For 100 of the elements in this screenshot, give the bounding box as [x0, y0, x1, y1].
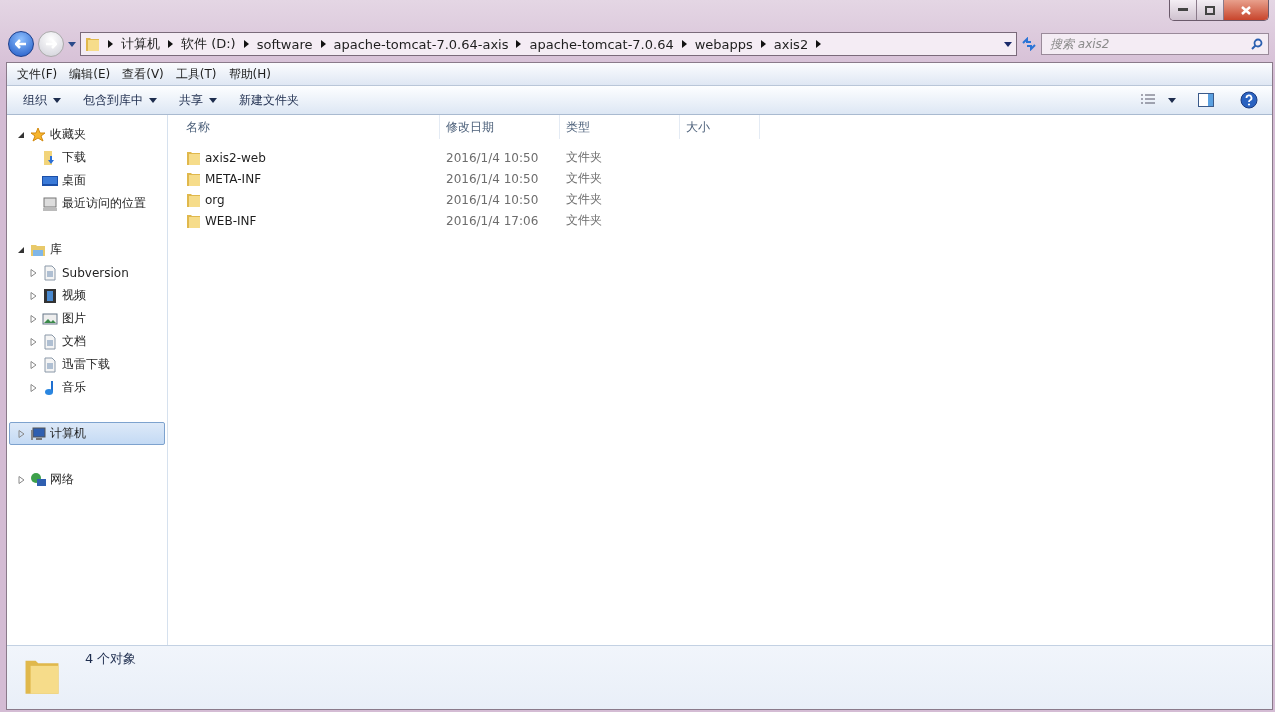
nav-item[interactable]: 下载 — [9, 146, 165, 169]
network-icon — [30, 471, 46, 488]
folder-icon — [186, 170, 201, 187]
toolbar-button[interactable]: 包含到库中 — [75, 88, 165, 112]
menu-item[interactable]: 文件(F) — [13, 63, 62, 85]
chevron-icon[interactable] — [108, 40, 113, 48]
modified-date: 2016/1/4 10:50 — [445, 192, 540, 207]
file-name[interactable]: org — [180, 191, 440, 208]
chevron-icon[interactable] — [681, 40, 687, 48]
nav-item[interactable]: Subversion — [9, 261, 165, 284]
nav-item[interactable]: 网络 — [9, 468, 165, 491]
breadcrumb-segment[interactable]: apache-tomcat-7.0.64-axis — [333, 36, 509, 52]
breadcrumb-segment[interactable]: apache-tomcat-7.0.64 — [529, 36, 674, 52]
nav-item[interactable]: 计算机 — [9, 422, 165, 445]
toolbar-button[interactable]: 新建文件夹 — [231, 88, 307, 112]
collapsed-arrow-icon[interactable] — [30, 383, 37, 392]
toolbar-button[interactable]: 共享 — [171, 88, 225, 112]
nav-item[interactable]: 图片 — [9, 307, 165, 330]
collapsed-arrow-icon[interactable] — [18, 429, 25, 438]
document-icon — [42, 333, 58, 350]
menu-item[interactable]: 查看(V) — [118, 63, 168, 85]
status-text: 4 个对象 — [84, 650, 137, 668]
file-type: 文件夹 — [565, 212, 603, 229]
computer-icon — [42, 195, 58, 212]
column-header[interactable]: 名称 — [180, 115, 440, 139]
address-bar[interactable]: 计算机 软件 (D:) software apache-tomcat-7.0.64-axis apache-tomcat-7.0.64 webapps axis2 — [80, 32, 1017, 56]
help-icon[interactable] — [1240, 91, 1258, 109]
column-header[interactable]: 修改日期 — [440, 115, 560, 139]
nav-item[interactable]: 最近访问的位置 — [9, 192, 165, 215]
nav-label: 视频 — [62, 287, 86, 304]
search-field[interactable]: 搜索 axis2 — [1041, 33, 1269, 55]
chevron-icon[interactable] — [516, 40, 522, 48]
breadcrumb-segment[interactable]: 软件 (D:) — [181, 35, 236, 53]
preview-pane-icon[interactable] — [1198, 93, 1214, 107]
column-header[interactable]: 类型 — [560, 115, 680, 139]
breadcrumb-segment[interactable]: webapps — [694, 36, 753, 52]
chevron-icon[interactable] — [168, 40, 173, 48]
document-icon — [42, 356, 58, 373]
caret-icon[interactable] — [1004, 41, 1012, 47]
folder-icon — [186, 191, 201, 208]
caret-icon[interactable] — [1168, 97, 1176, 103]
chevron-icon[interactable] — [320, 40, 326, 48]
file-name[interactable]: META-INF — [180, 170, 440, 187]
breadcrumb-segment[interactable]: axis2 — [773, 36, 809, 52]
menu-item[interactable]: 编辑(E) — [65, 63, 115, 85]
nav-item[interactable]: 迅雷下载 — [9, 353, 165, 376]
collapsed-arrow-icon[interactable] — [30, 360, 37, 369]
file-name[interactable]: WEB-INF — [180, 212, 440, 229]
chevron-icon[interactable] — [816, 40, 822, 48]
nav-item[interactable]: 库 — [9, 238, 165, 261]
computer-icon — [30, 425, 46, 442]
chevron-icon[interactable] — [243, 40, 249, 48]
nav-label: 计算机 — [50, 425, 86, 442]
nav-label: 最近访问的位置 — [62, 195, 146, 212]
collapsed-arrow-icon[interactable] — [18, 475, 25, 484]
document-icon — [42, 264, 58, 281]
modified-date: 2016/1/4 17:06 — [445, 213, 540, 228]
nav-label: 迅雷下载 — [62, 356, 110, 373]
collapsed-arrow-icon[interactable] — [30, 268, 37, 277]
modified-date: 2016/1/4 10:50 — [445, 171, 540, 186]
toolbar-button[interactable]: 组织 — [15, 88, 69, 112]
star-icon — [30, 126, 46, 143]
chevron-icon[interactable] — [760, 40, 766, 48]
caret-icon — [53, 97, 61, 103]
nav-item[interactable]: 文档 — [9, 330, 165, 353]
expanded-arrow-icon[interactable] — [18, 130, 25, 139]
collapsed-arrow-icon[interactable] — [30, 314, 37, 323]
close-icon — [1241, 5, 1251, 15]
nav-item[interactable]: 音乐 — [9, 376, 165, 399]
nav-item[interactable]: 收藏夹 — [9, 123, 165, 146]
menu-item[interactable]: 帮助(H) — [224, 63, 275, 85]
nav-item[interactable]: 视频 — [9, 284, 165, 307]
breadcrumb-segment[interactable]: software — [256, 36, 313, 52]
back-button[interactable] — [8, 31, 34, 57]
nav-label: 库 — [50, 241, 62, 258]
caret-icon — [149, 97, 157, 103]
search-icon[interactable] — [1251, 38, 1263, 50]
maximize-button[interactable] — [1196, 0, 1223, 20]
file-name[interactable]: axis2-web — [180, 149, 440, 166]
refresh-icon[interactable] — [1021, 37, 1037, 51]
column-header[interactable]: 大小 — [680, 115, 760, 139]
close-button[interactable] — [1223, 0, 1268, 20]
menu-item[interactable]: 工具(T) — [171, 63, 221, 85]
nav-label: 下载 — [62, 149, 86, 166]
folder-icon — [186, 212, 201, 229]
nav-label: 桌面 — [62, 172, 86, 189]
nav-item[interactable]: 桌面 — [9, 169, 165, 192]
file-type: 文件夹 — [565, 170, 603, 187]
breadcrumb-segment[interactable]: 计算机 — [121, 35, 160, 53]
file-type: 文件夹 — [565, 149, 603, 166]
file-type: 文件夹 — [565, 191, 603, 208]
minimize-button[interactable] — [1170, 0, 1196, 20]
picture-icon — [42, 310, 58, 327]
collapsed-arrow-icon[interactable] — [30, 291, 37, 300]
collapsed-arrow-icon[interactable] — [30, 337, 37, 346]
maximize-icon — [1205, 5, 1215, 15]
expanded-arrow-icon[interactable] — [18, 245, 25, 254]
folder-icon — [85, 36, 100, 52]
caret-icon[interactable] — [68, 41, 76, 47]
nav-label: 文档 — [62, 333, 86, 350]
